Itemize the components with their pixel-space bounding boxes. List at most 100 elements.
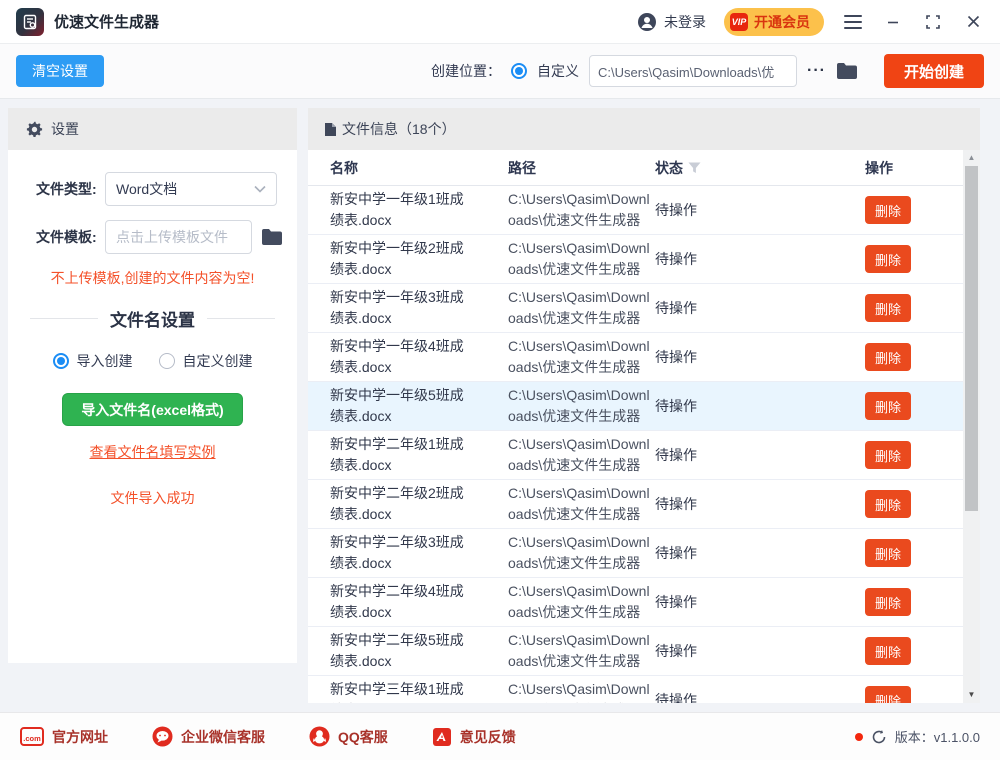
qq-support-link[interactable]: QQ客服 — [309, 726, 388, 747]
delete-button[interactable]: 删除 — [865, 490, 912, 518]
cell-status: 待操作 — [655, 201, 697, 218]
cell-action: 删除 — [855, 588, 963, 616]
chevron-down-icon — [254, 185, 266, 193]
delete-button[interactable]: 删除 — [865, 392, 912, 420]
delete-button[interactable]: 删除 — [865, 686, 912, 703]
import-create-radio-label: 导入创建 — [76, 353, 133, 369]
settings-panel: 设置 文件类型: Word文档 文件模板: 点击上传模板文件 不上传模板,创建的… — [8, 108, 297, 663]
scrollbar[interactable]: ▲ ▼ — [963, 150, 980, 703]
open-folder-icon[interactable] — [836, 62, 858, 80]
cell-status: 待操作 — [655, 299, 697, 316]
import-filenames-button[interactable]: 导入文件名(excel格式) — [62, 393, 243, 426]
file-type-label: 文件类型: — [36, 181, 97, 197]
delete-button[interactable]: 删除 — [865, 196, 912, 224]
app-window: 优速文件生成器 未登录 VIP 开通会员 清空设置 创建位置： 自定义 C:\U… — [0, 0, 1000, 760]
svg-text:.com: .com — [23, 734, 41, 743]
cell-path: C:\Users\Qasim\Downloads\优速文件生成器 — [508, 436, 650, 473]
start-create-button[interactable]: 开始创建 — [883, 54, 984, 88]
delete-button[interactable]: 删除 — [865, 539, 912, 567]
cell-action: 删除 — [855, 490, 963, 518]
app-title: 优速文件生成器 — [54, 14, 160, 31]
cell-action: 删除 — [855, 441, 963, 469]
template-upload-input[interactable] — [105, 220, 252, 254]
file-table: 名称 路径 状态 操作 新安中学一年级1班成绩表.docx C:\Users\Q… — [308, 150, 963, 703]
user-avatar-icon — [638, 12, 656, 31]
official-website-link[interactable]: .com 官方网址 — [20, 727, 108, 747]
delete-button[interactable]: 删除 — [865, 294, 912, 322]
login-status[interactable]: 未登录 — [637, 12, 706, 32]
table-row: 新安中学一年级1班成绩表.docx C:\Users\Qasim\Downloa… — [308, 186, 963, 235]
file-type-select[interactable]: Word文档 — [105, 172, 277, 206]
cell-status: 待操作 — [655, 348, 697, 365]
feedback-link[interactable]: 意见反馈 — [432, 727, 516, 747]
delete-button[interactable]: 删除 — [865, 343, 912, 371]
cell-name: 新安中学一年级2班成绩表.docx — [330, 240, 464, 277]
table-row: 新安中学三年级1班成绩表.docx C:\Users\Qasim\Downloa… — [308, 676, 963, 703]
cell-action: 删除 — [855, 196, 963, 224]
qq-icon — [309, 726, 330, 747]
gear-icon — [26, 121, 43, 137]
custom-create-radio-label: 自定义创建 — [182, 353, 253, 369]
app-logo-icon — [16, 7, 44, 36]
column-header-path: 路径 — [508, 159, 536, 176]
scrollbar-thumb[interactable] — [965, 166, 978, 511]
filter-icon[interactable] — [688, 162, 701, 174]
table-row: 新安中学二年级4班成绩表.docx C:\Users\Qasim\Downloa… — [308, 578, 963, 627]
table-row: 新安中学一年级5班成绩表.docx C:\Users\Qasim\Downloa… — [308, 382, 963, 431]
minimize-button[interactable] — [882, 11, 904, 33]
settings-panel-title: 设置 — [51, 121, 79, 137]
cell-path: C:\Users\Qasim\Downloads\优速文件生成器 — [508, 289, 650, 326]
version-label: 版本：v1.1.0.0 — [894, 730, 980, 745]
filename-example-link[interactable]: 查看文件名填写实例 — [8, 442, 297, 462]
wechat-icon — [152, 726, 173, 747]
close-button[interactable] — [962, 11, 984, 33]
cell-status: 待操作 — [655, 544, 697, 561]
cell-path: C:\Users\Qasim\Downloads\优速文件生成器 — [508, 485, 650, 522]
login-status-label: 未登录 — [664, 13, 706, 30]
cell-name: 新安中学一年级3班成绩表.docx — [330, 289, 464, 326]
custom-create-radio[interactable] — [158, 353, 175, 369]
refresh-icon[interactable] — [871, 729, 887, 745]
file-info-header: 文件信息（18个） — [308, 108, 980, 150]
table-header-row: 名称 路径 状态 操作 — [308, 150, 963, 186]
cell-name: 新安中学三年级1班成绩表.docx — [330, 681, 464, 703]
cell-path: C:\Users\Qasim\Downloads\优速文件生成器 — [508, 338, 650, 375]
table-row: 新安中学二年级3班成绩表.docx C:\Users\Qasim\Downloa… — [308, 529, 963, 578]
cell-status: 待操作 — [655, 691, 697, 704]
delete-button[interactable]: 删除 — [865, 637, 912, 665]
delete-button[interactable]: 删除 — [865, 441, 912, 469]
table-row: 新安中学一年级4班成绩表.docx C:\Users\Qasim\Downloa… — [308, 333, 963, 382]
delete-button[interactable]: 删除 — [865, 588, 912, 616]
file-info-panel: 文件信息（18个） 名称 路径 状态 操作 新安中学一年级1班成绩表.docx — [308, 108, 980, 703]
cell-action: 删除 — [855, 637, 963, 665]
cell-name: 新安中学二年级4班成绩表.docx — [330, 583, 464, 620]
table-row: 新安中学二年级1班成绩表.docx C:\Users\Qasim\Downloa… — [308, 431, 963, 480]
vip-upgrade-button[interactable]: VIP 开通会员 — [724, 7, 824, 36]
table-row: 新安中学二年级5班成绩表.docx C:\Users\Qasim\Downloa… — [308, 627, 963, 676]
browse-more-button[interactable]: ··· — [807, 62, 826, 80]
custom-location-radio-label: 自定义 — [537, 63, 579, 79]
import-create-radio[interactable] — [52, 353, 69, 369]
template-folder-icon[interactable] — [261, 228, 283, 246]
column-header-status: 状态 — [655, 158, 855, 178]
clear-settings-button[interactable]: 清空设置 — [16, 55, 104, 87]
cell-name: 新安中学一年级1班成绩表.docx — [330, 191, 464, 228]
output-path-input[interactable] — [589, 55, 797, 87]
cell-action: 删除 — [855, 343, 963, 371]
vip-button-label: 开通会员 — [754, 13, 810, 30]
delete-button[interactable]: 删除 — [865, 245, 912, 273]
scroll-up-icon[interactable]: ▲ — [963, 150, 980, 164]
column-header-name: 名称 — [330, 159, 358, 176]
cell-status: 待操作 — [655, 593, 697, 610]
maximize-button[interactable] — [922, 11, 944, 33]
scroll-down-icon[interactable]: ▼ — [963, 687, 980, 701]
cell-action: 删除 — [855, 686, 963, 703]
vip-icon: VIP — [730, 12, 748, 31]
custom-location-radio[interactable] — [511, 63, 527, 79]
menu-icon[interactable] — [842, 11, 864, 33]
document-icon — [325, 122, 336, 136]
table-row: 新安中学一年级2班成绩表.docx C:\Users\Qasim\Downloa… — [308, 235, 963, 284]
wechat-support-link[interactable]: 企业微信客服 — [152, 726, 265, 747]
cell-path: C:\Users\Qasim\Downloads\优速文件生成器 — [508, 387, 650, 424]
cell-action: 删除 — [855, 294, 963, 322]
